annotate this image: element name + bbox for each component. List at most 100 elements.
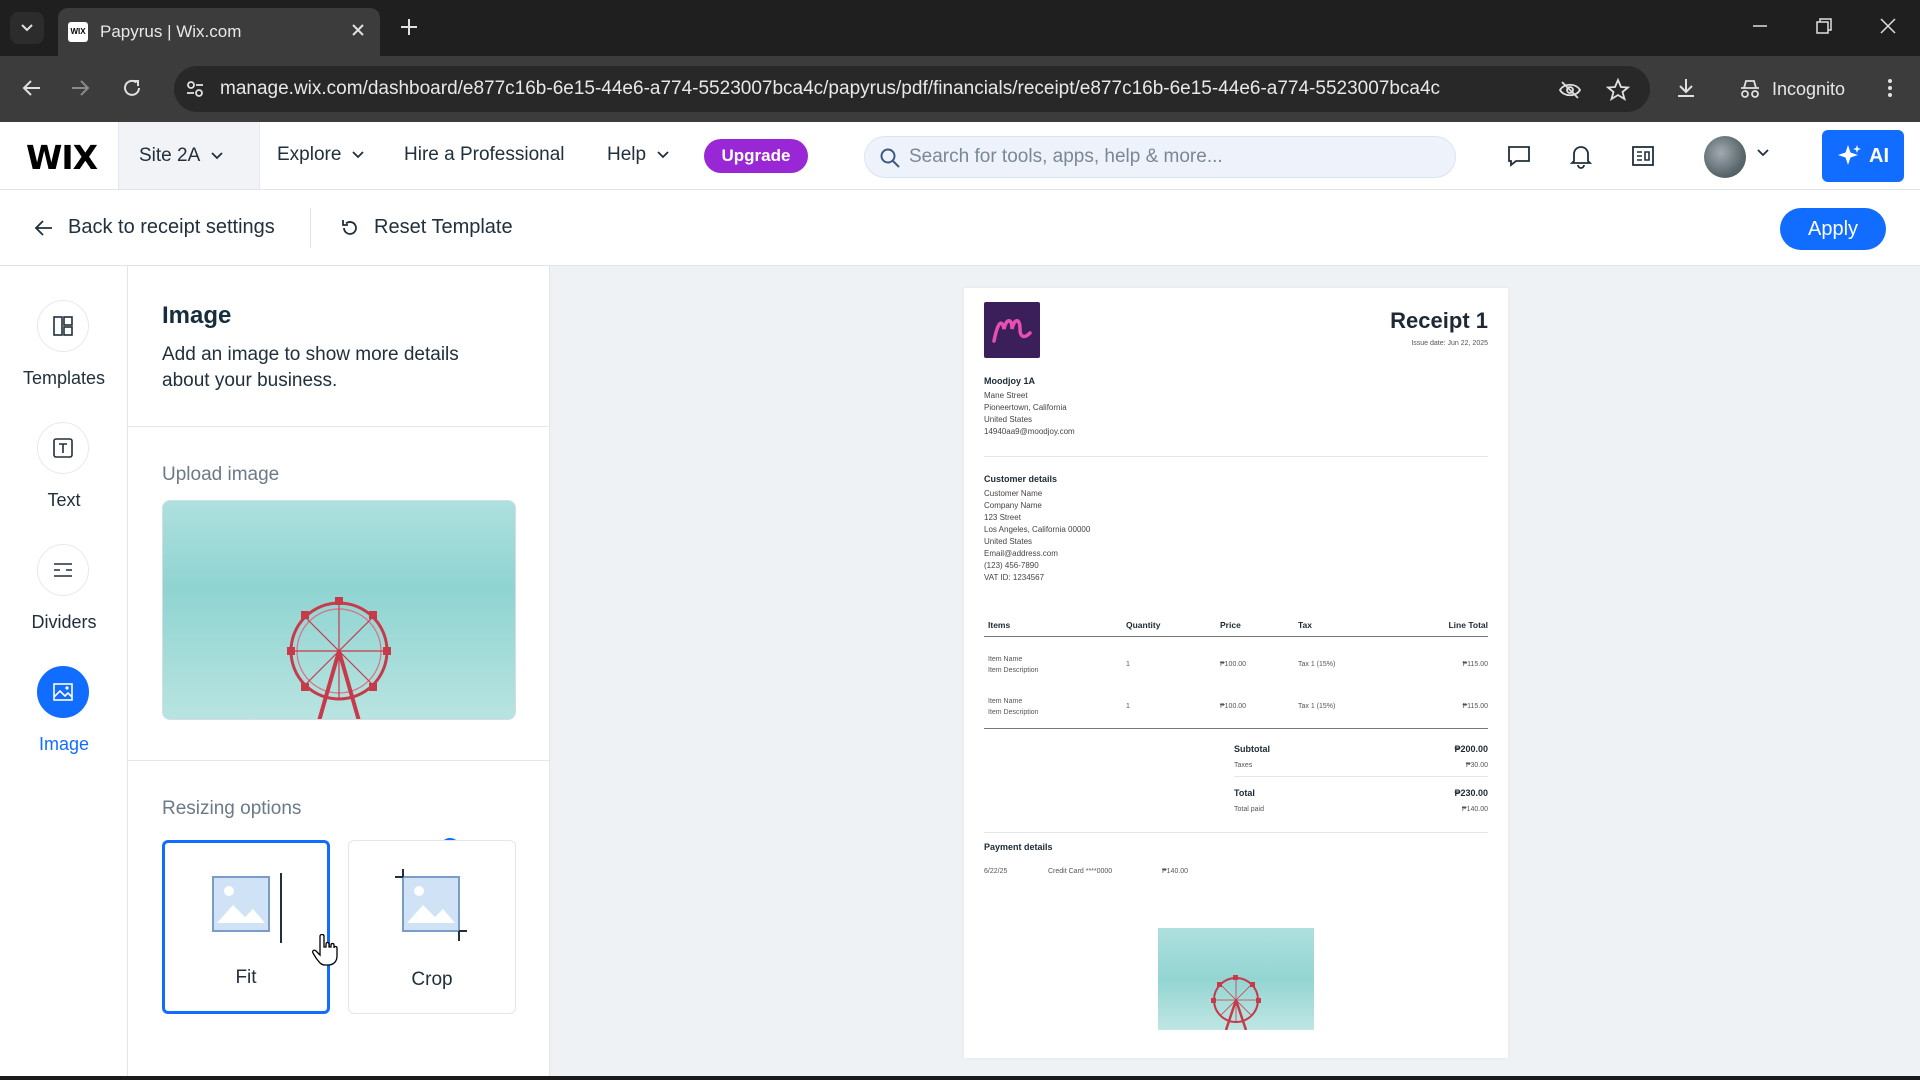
subtotal-label: Subtotal [1234,744,1270,754]
star-icon[interactable] [1606,78,1630,102]
table-header: Items [988,620,1011,630]
close-icon[interactable] [348,20,368,40]
back-arrow-icon[interactable] [20,76,44,100]
item-description: Item Description [988,667,1039,674]
avatar[interactable] [1704,136,1746,178]
fit-icon [212,873,282,943]
table-header: Tax [1298,620,1313,630]
rail-label: Dividers [31,612,97,632]
business-line: Mane Street [984,391,1028,400]
subtotal-value: ₱200.00 [1454,744,1488,754]
fit-label: Fit [235,967,257,988]
restore-icon[interactable] [1814,16,1834,36]
incognito-icon [1741,80,1759,98]
receipt-image[interactable] [1158,928,1314,1030]
hire-professional-link[interactable]: Hire a Professional [404,144,565,166]
reset-template-button[interactable]: Reset Template [340,216,513,239]
rail-circle [37,544,89,596]
rail-item-image[interactable]: Image [0,666,128,776]
ferris-wheel-image [1211,975,1261,1030]
taxes-label: Taxes [1234,762,1253,769]
rail-item-text[interactable]: Text [0,422,128,532]
search-icon [880,148,900,168]
business-logo[interactable] [984,302,1040,358]
resize-option-fit[interactable]: Fit [162,840,330,1014]
image-settings-panel: Image Add an image to show more details … [128,266,550,1080]
sparkle-icon [1838,145,1861,165]
notification-bell-icon[interactable] [1568,143,1594,169]
rail-label: Text [47,490,81,510]
help-menu[interactable]: Help [607,144,670,166]
site-info-icon[interactable] [184,78,206,100]
table-header: Line Total [1448,620,1488,630]
table-cell: Item Name Item Description [988,696,1039,718]
back-to-receipt-settings-link[interactable]: Back to receipt settings [34,216,275,239]
item-name: Item Name [988,698,1023,705]
forward-arrow-icon[interactable] [68,76,92,100]
rail-label: Templates [22,368,106,388]
reload-icon[interactable] [120,76,144,100]
close-window-icon[interactable] [1878,16,1898,36]
tab-title: Papyrus | Wix.com [100,22,242,41]
total-value: ₱230.00 [1454,788,1488,798]
ai-label: AI [1869,144,1889,167]
apply-button[interactable]: Apply [1780,208,1886,250]
ai-assistant-button[interactable]: AI [1822,130,1904,182]
payment-amount: ₱140.00 [1162,868,1189,875]
browser-tab[interactable]: WIX Papyrus | Wix.com [58,8,380,56]
rail-item-templates[interactable]: Templates [0,300,128,410]
chat-icon[interactable] [1506,143,1532,169]
upload-image-dropzone[interactable] [162,500,516,720]
search-input[interactable] [909,137,1439,177]
upgrade-button[interactable]: Upgrade [704,139,808,173]
wix-logo[interactable]: WIX [26,138,98,177]
table-cell: Item Name Item Description [988,654,1039,676]
rail-label: Image [38,734,90,754]
eye-off-icon[interactable] [1558,78,1582,102]
receipt-title: Receipt 1 [1390,308,1488,333]
search-bar[interactable] [864,136,1456,178]
browser-tab-bar: WIX Papyrus | Wix.com [0,0,1920,56]
chevron-down-icon [657,151,669,159]
total-label: Total [1234,788,1255,798]
tab-search-button[interactable] [10,12,44,44]
total-paid-value: ₱140.00 [1461,806,1488,813]
resize-option-crop[interactable]: Crop [348,840,516,1014]
address-bar[interactable]: manage.wix.com/dashboard/e877c16b-6e15-4… [174,66,1650,112]
wix-top-bar: WIX Site 2A Explore Hire a Professional … [0,122,1920,190]
table-cell: Tax 1 (15%) [1298,661,1336,668]
divider [128,426,550,427]
incognito-indicator[interactable]: Incognito [1724,66,1872,112]
panel-title: Image [162,302,232,329]
more-menu-icon[interactable] [1880,76,1900,100]
chevron-down-icon [352,151,365,159]
rail-item-dividers[interactable]: Dividers [0,544,128,654]
customer-line: Los Angeles, California 00000 [984,525,1091,534]
business-line: United States [984,415,1033,424]
explore-menu[interactable]: Explore [277,144,365,166]
crop-icon [395,869,467,941]
table-cell: ₱115.00 [1462,661,1488,668]
resizing-options-label: Resizing options [162,798,302,819]
receipt-preview[interactable]: Receipt 1 Issue date: Jun 22, 2025 Moodj… [964,288,1508,1058]
total-paid-label: Total paid [1234,806,1264,813]
editor-left-rail: Templates Text Dividers Image [0,266,128,1080]
arrow-left-icon [34,219,52,236]
reset-icon [342,219,357,235]
chevron-down-icon[interactable] [1756,148,1770,158]
table-cell: ₱100.00 [1220,661,1247,668]
table-cell: Tax 1 (15%) [1298,703,1336,710]
download-icon[interactable] [1674,76,1698,100]
business-line: Pioneertown, California [984,403,1067,412]
item-name: Item Name [988,656,1023,663]
site-selector[interactable]: Site 2A [118,122,260,189]
new-tab-icon[interactable] [398,16,420,38]
site-name: Site 2A [139,144,201,166]
panel-description: Add an image to show more details about … [162,344,459,391]
divider [310,208,311,248]
upload-image-label: Upload image [162,464,280,485]
customer-line: (123) 456-7890 [984,561,1039,570]
minimize-icon[interactable] [1750,16,1770,36]
dashboard-panel-icon[interactable] [1630,143,1656,169]
divider [984,832,1488,833]
